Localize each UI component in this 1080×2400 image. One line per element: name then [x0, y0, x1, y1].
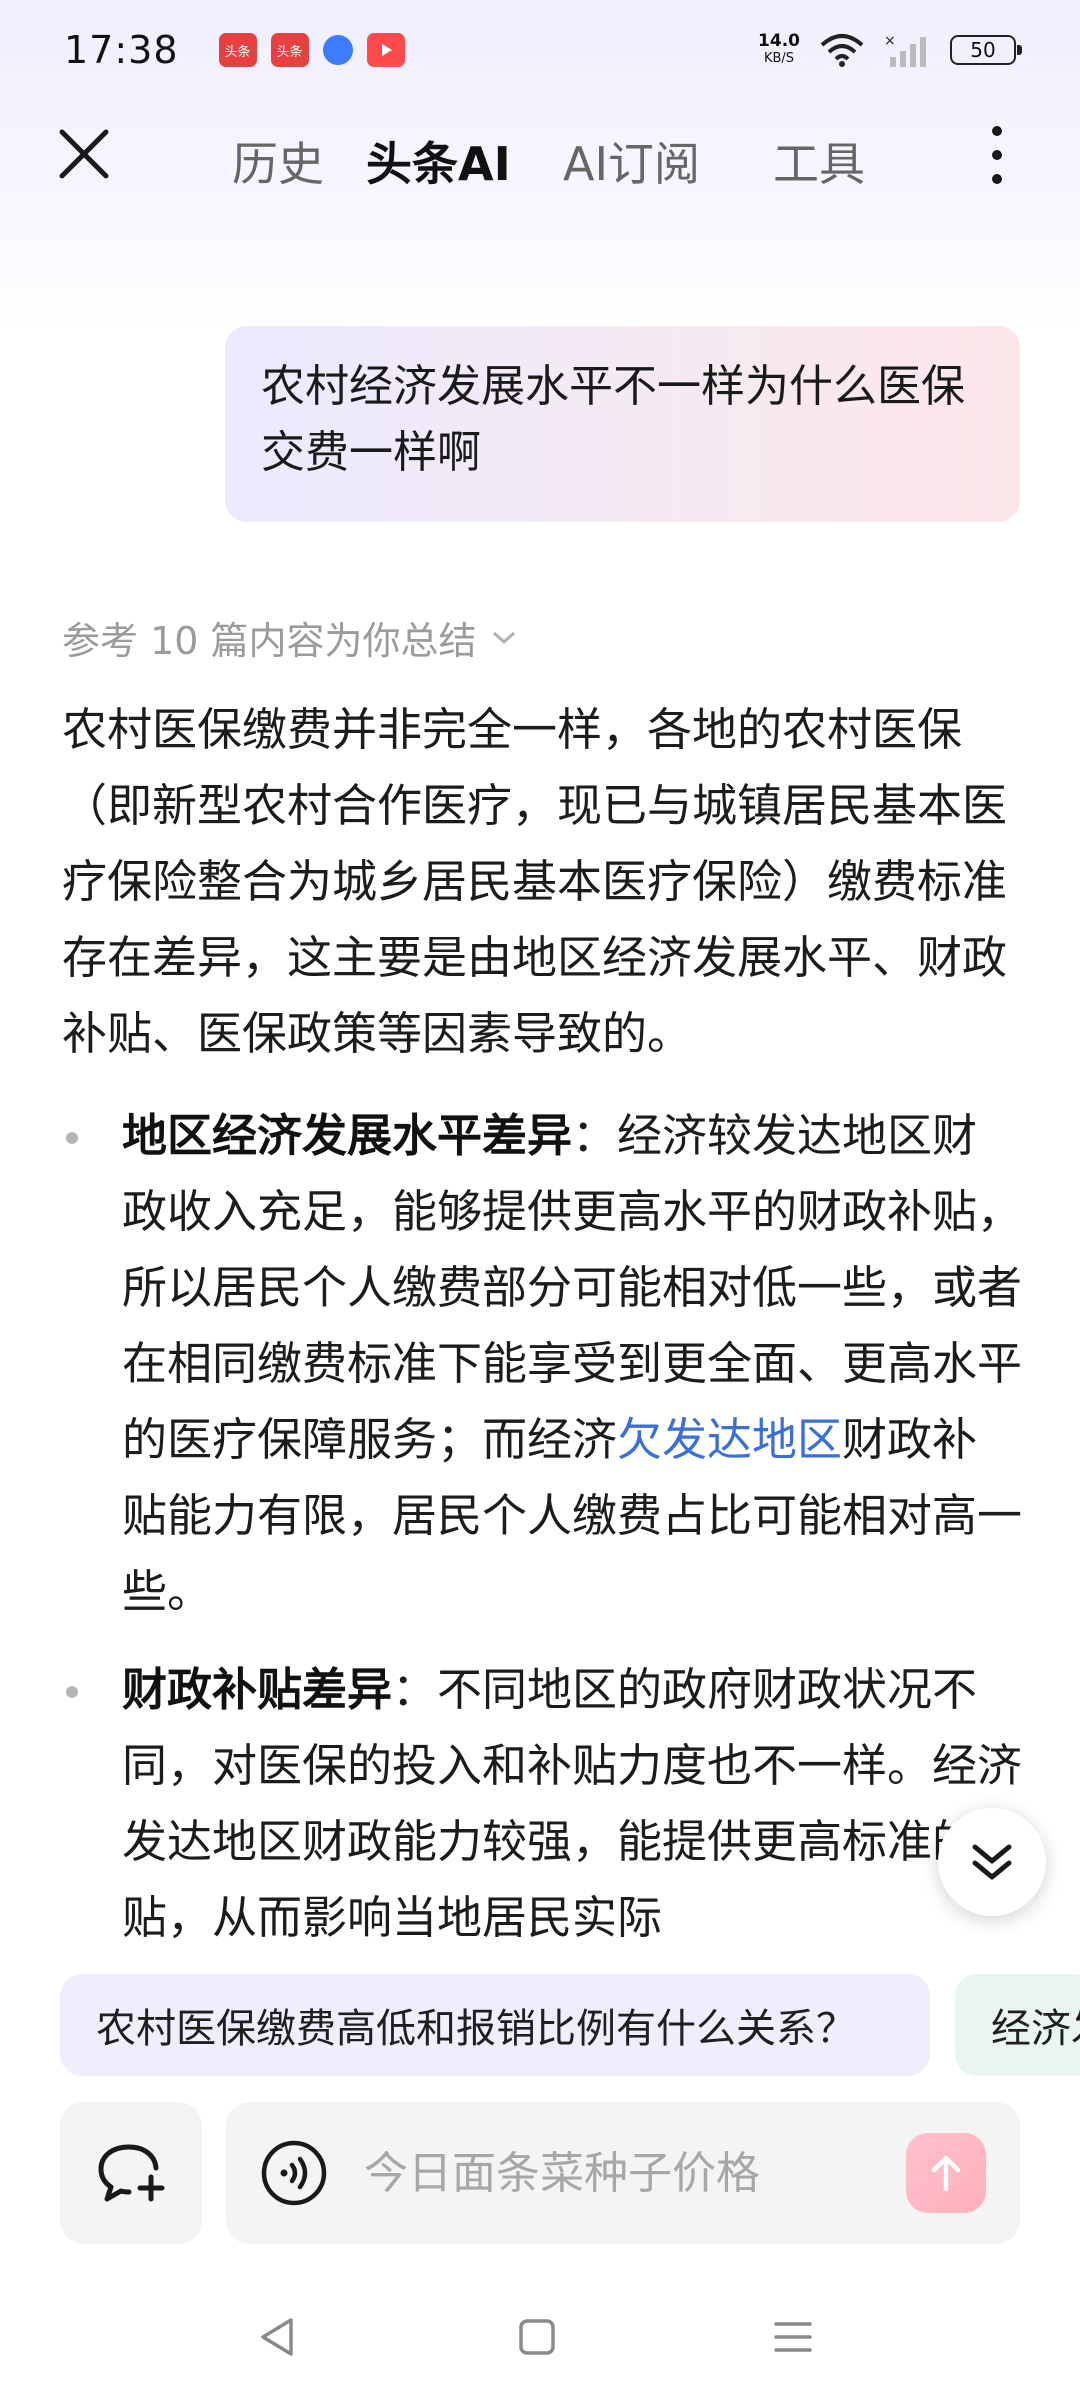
net-speed: 14.0 KB/S [758, 33, 800, 67]
new-chat-icon [98, 2144, 165, 2202]
more-options-icon[interactable] [982, 122, 1012, 188]
svg-text:×: × [884, 33, 896, 49]
signal-icon: × [884, 33, 926, 67]
bullet-dot [66, 1686, 78, 1698]
suggestion-chip[interactable]: 经济发 [955, 1974, 1080, 2076]
status-right: 14.0 KB/S × 50 [758, 33, 1022, 67]
user-question-bubble: 农村经济发展水平不一样为什么医保交费一样啊 [225, 326, 1020, 522]
net-speed-value: 14.0 [758, 31, 800, 51]
list-item: 财政补贴差异：不同地区的政府财政状况不同，对医保的投入和补贴力度也不一样。经济发… [62, 1652, 1022, 1948]
bullet-dot [66, 1132, 78, 1144]
toutiao-app-icon: 头条 [270, 33, 309, 67]
top-nav: 历史 头条AI AI订阅 工具 [0, 100, 1080, 210]
new-chat-button[interactable] [60, 2102, 202, 2244]
home-square-icon[interactable] [512, 2312, 562, 2362]
underdeveloped-region-link[interactable]: 欠发达地区 [617, 1413, 842, 1466]
bullet-title: 地区经济发展水平差异 [122, 1109, 573, 1162]
chat-input-box[interactable] [226, 2102, 1020, 2244]
wifi-icon [820, 34, 864, 67]
status-bar: 17:38 头条 头条 14.0 KB/S × 50 [0, 0, 1080, 100]
net-speed-unit: KB/S [763, 51, 795, 66]
tab-tools[interactable]: 工具 [773, 128, 865, 194]
close-icon[interactable] [56, 126, 112, 182]
bullet-separator: ： [572, 1109, 618, 1162]
chevron-down-icon [492, 631, 515, 644]
bullet-title: 财政补贴差异 [122, 1663, 393, 1716]
video-app-icon [366, 33, 405, 67]
reference-summary-label: 参考 10 篇内容为你总结 [62, 619, 477, 663]
tab-history[interactable]: 历史 [232, 128, 324, 194]
answer-intro: 农村医保缴费并非完全一样，各地的农村医保（即新型农村合作医疗，现已与城镇居民基本… [62, 703, 1008, 1060]
double-chevron-down-icon [972, 1844, 1012, 1880]
system-nav-bar [0, 2300, 1080, 2380]
tab-toutiao-ai[interactable]: 头条AI [366, 128, 511, 194]
battery-icon: 50 [950, 35, 1022, 65]
reference-summary-toggle[interactable]: 参考 10 篇内容为你总结 [62, 610, 517, 665]
arrow-up-icon [931, 2155, 961, 2192]
toutiao-app-icon: 头条 [218, 33, 257, 67]
send-button[interactable] [906, 2133, 986, 2213]
menu-lines-icon[interactable] [768, 2312, 818, 2362]
suggestion-chip[interactable]: 农村医保缴费高低和报销比例有什么关系？ [60, 1974, 930, 2076]
scroll-to-bottom-button[interactable] [938, 1808, 1046, 1916]
list-item: 地区经济发展水平差异：经济较发达地区财政收入充足，能够提供更高水平的财政补贴，所… [62, 1098, 1022, 1630]
bullet-separator: ： [392, 1663, 438, 1716]
back-triangle-icon[interactable] [253, 2312, 303, 2362]
answer-bullets: 地区经济发展水平差异：经济较发达地区财政收入充足，能够提供更高水平的财政补贴，所… [62, 1098, 1022, 1948]
tab-ai-subscription[interactable]: AI订阅 [563, 128, 700, 194]
voice-input-icon[interactable] [260, 2139, 328, 2207]
content-area: 17:38 头条 头条 14.0 KB/S × 50 历史 头条AI AI订阅 … [0, 0, 1080, 1948]
browser-app-icon [322, 35, 353, 65]
chat-input-field[interactable] [364, 2147, 844, 2199]
status-time: 17:38 [64, 28, 179, 72]
notification-icons: 头条 头条 [218, 33, 405, 67]
